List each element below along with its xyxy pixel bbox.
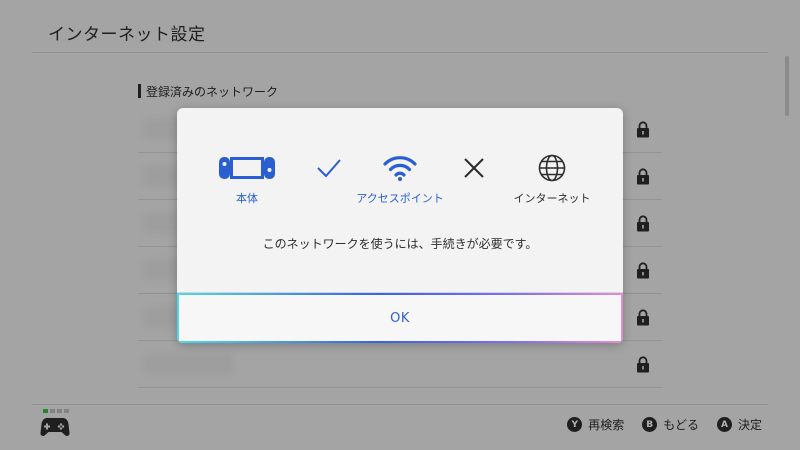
switch-console-icon bbox=[219, 154, 275, 182]
access-point-label: アクセスポイント bbox=[356, 192, 444, 205]
checkmark-icon bbox=[315, 154, 343, 182]
ok-button[interactable]: OK bbox=[177, 293, 623, 343]
cross-icon bbox=[460, 154, 488, 182]
ok-button-label: OK bbox=[390, 310, 410, 326]
wifi-icon bbox=[382, 154, 418, 182]
dialog-message: このネットワークを使うには、手続きが必要です。 bbox=[262, 237, 538, 251]
connection-test-dialog: 本体 アクセスポイント インターネット このネットワークを使うには、手続きが必要… bbox=[177, 108, 623, 343]
console-label: 本体 bbox=[236, 192, 258, 205]
internet-label: インターネット bbox=[513, 192, 591, 205]
globe-icon bbox=[537, 154, 567, 182]
